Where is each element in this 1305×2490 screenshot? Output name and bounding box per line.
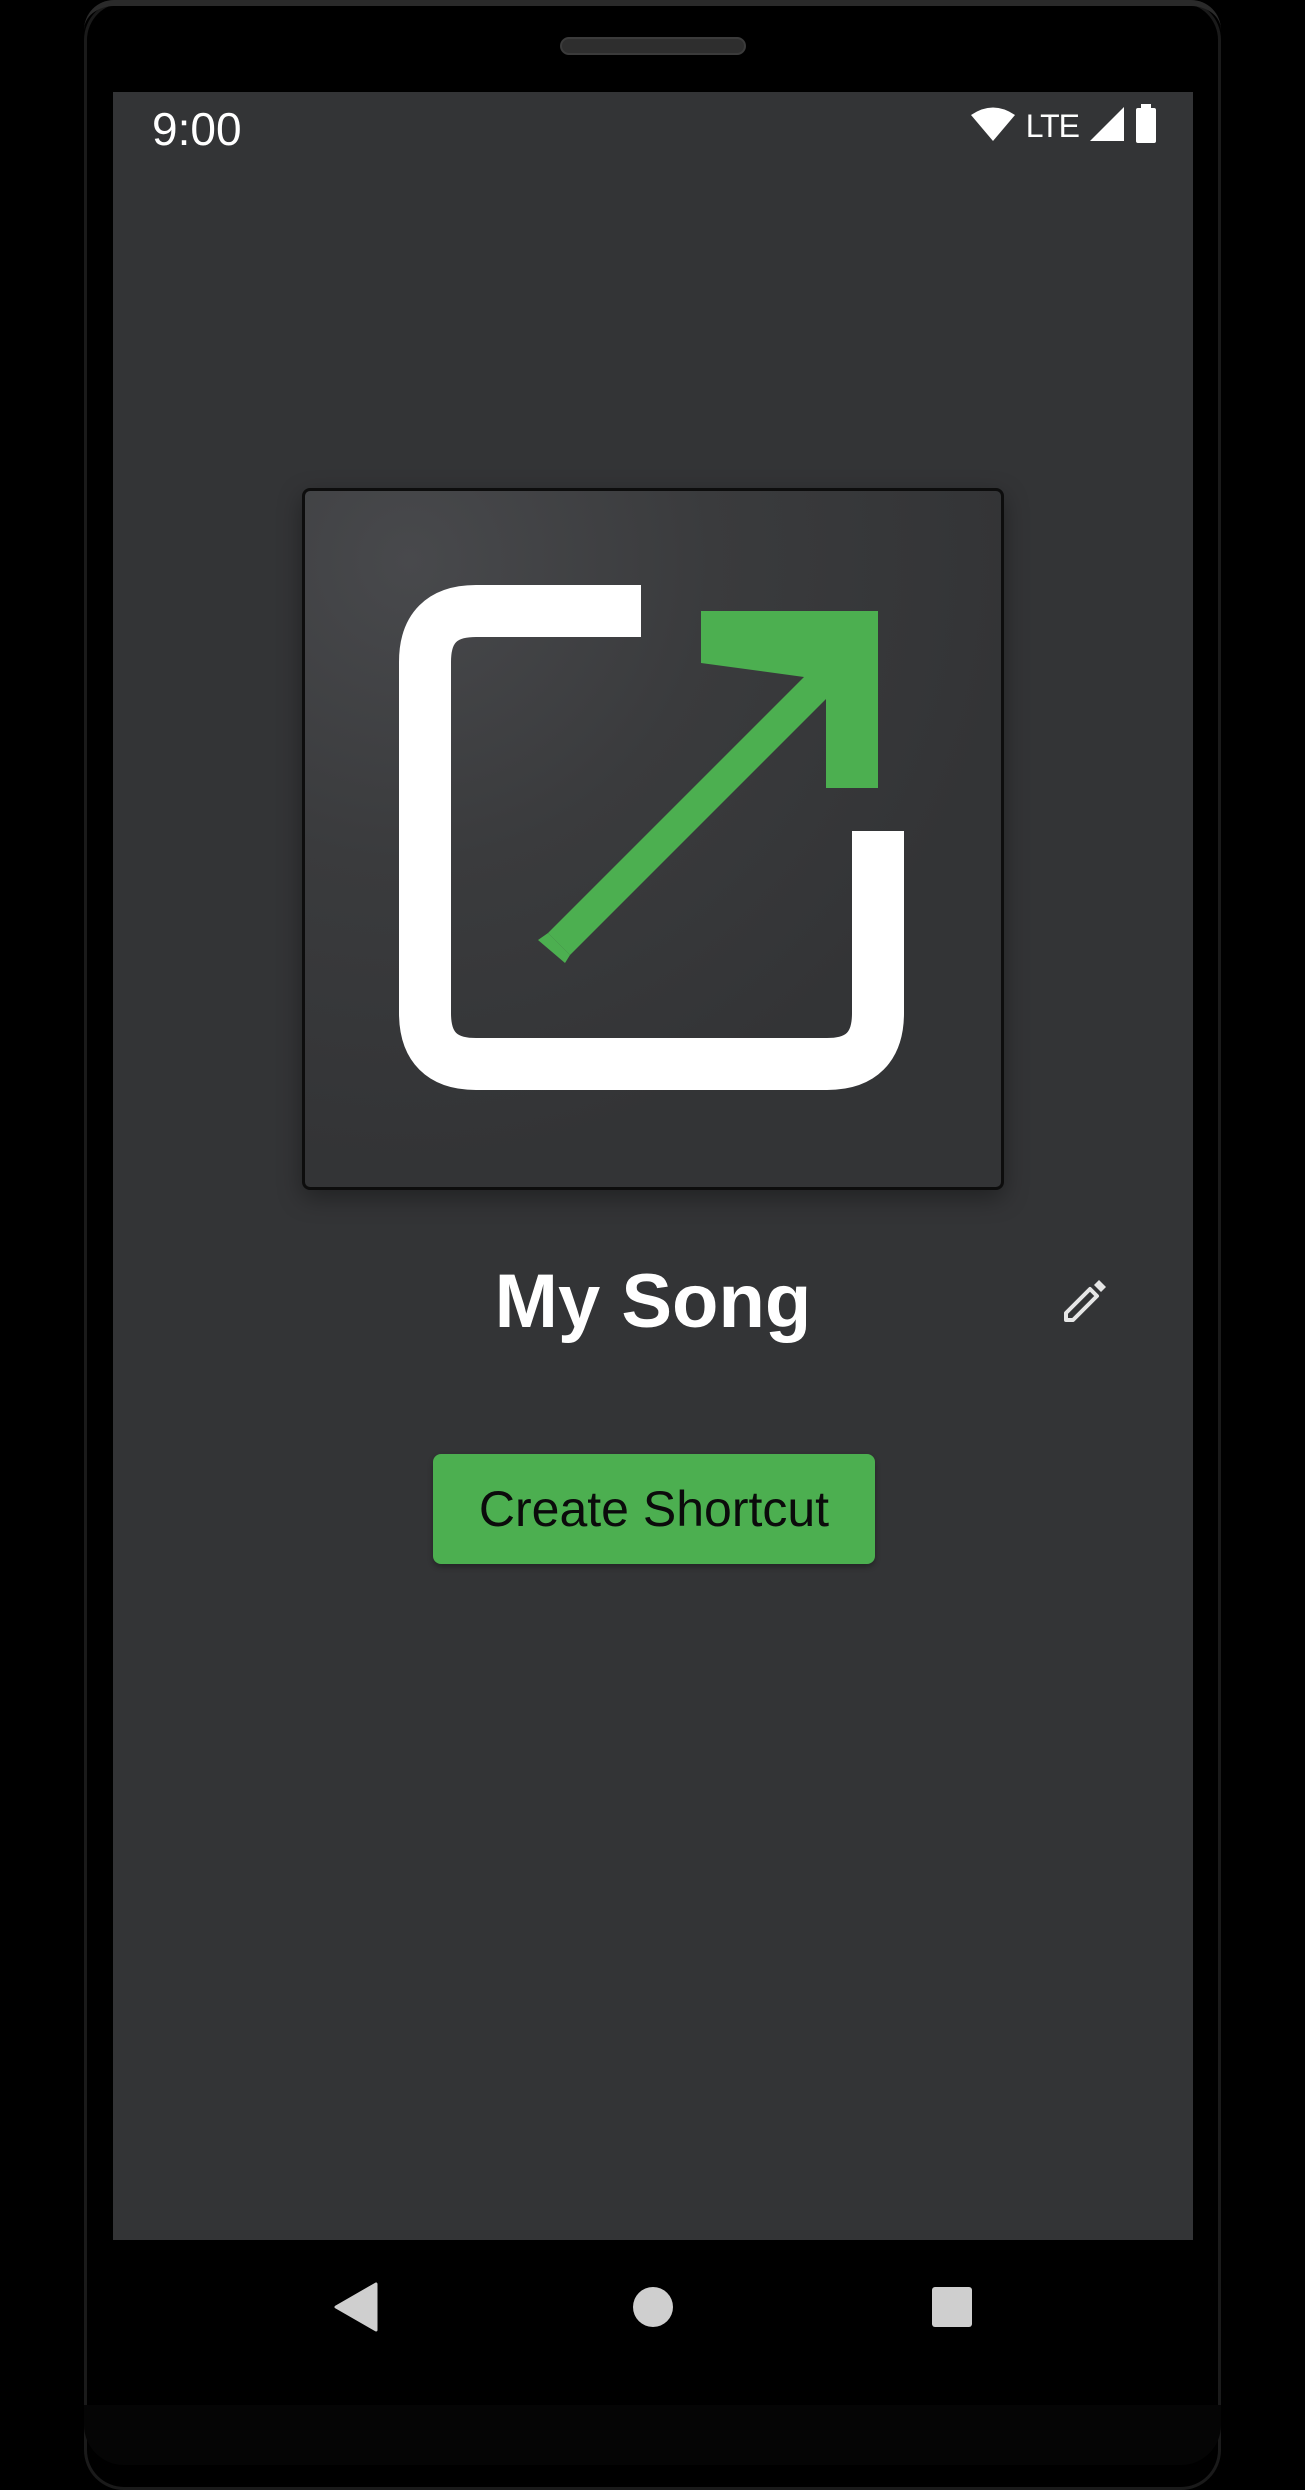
shortcut-icon-preview[interactable] — [302, 488, 1004, 1190]
home-button[interactable] — [626, 2280, 680, 2334]
cell-signal-icon — [1089, 106, 1125, 147]
phone-top-edge — [84, 0, 1221, 30]
status-time: 9:00 — [152, 103, 242, 155]
back-button[interactable] — [328, 2280, 382, 2334]
wifi-icon — [970, 106, 1016, 147]
phone-bottom-chin — [84, 2405, 1221, 2465]
open-in-new-icon — [399, 585, 904, 1090]
earpiece-speaker — [560, 37, 746, 55]
app-screen: 9:00 LTE My Song Create Shortcut — [113, 92, 1193, 2240]
edit-name-button[interactable] — [1053, 1267, 1119, 1333]
back-icon — [334, 2282, 378, 2332]
battery-icon — [1135, 103, 1157, 149]
recents-icon — [932, 2287, 972, 2327]
status-icons: LTE — [970, 103, 1157, 149]
pencil-icon — [1064, 1280, 1106, 1322]
network-type-label: LTE — [1025, 107, 1080, 144]
shortcut-name-label: My Song — [494, 1259, 812, 1344]
device-screenshot: 9:00 LTE My Song Create Shortcut — [0, 0, 1305, 2490]
recents-button[interactable] — [925, 2280, 979, 2334]
home-icon — [633, 2287, 673, 2327]
status-bar: 9:00 LTE — [113, 92, 1193, 162]
create-shortcut-button[interactable]: Create Shortcut — [433, 1454, 875, 1564]
navigation-bar — [113, 2240, 1193, 2374]
